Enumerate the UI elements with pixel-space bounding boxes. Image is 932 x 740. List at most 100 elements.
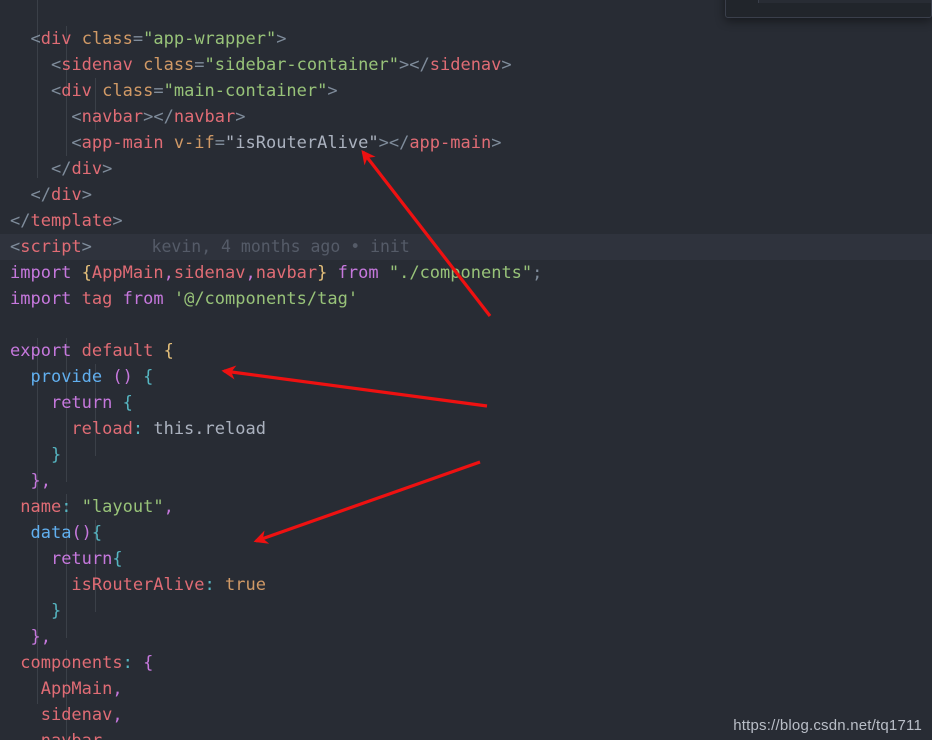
code-token: from [337, 263, 379, 283]
code-token: { [143, 367, 154, 387]
code-token: , [102, 731, 112, 740]
code-line-text: <div class="app-wrapper"> [0, 26, 286, 52]
code-line[interactable]: reload: this.reload [0, 416, 932, 442]
code-line[interactable]: data(){ [0, 520, 932, 546]
code-editor[interactable]: <div class="app-wrapper"> <sidenav class… [0, 0, 932, 740]
code-line[interactable] [0, 312, 932, 338]
code-token: { [122, 393, 133, 413]
code-line[interactable]: AppMain, [0, 676, 932, 702]
code-token: navbar [255, 263, 318, 283]
code-line-text: } [0, 442, 61, 468]
code-line[interactable]: }, [0, 624, 932, 650]
git-blame-annotation[interactable]: kevin, 4 months ago • init [92, 237, 410, 256]
code-token: > [378, 133, 389, 153]
code-token: "app-wrapper" [143, 29, 277, 49]
code-token: AppMain [91, 263, 164, 283]
code-token: } [317, 263, 328, 283]
code-line[interactable]: provide () { [0, 364, 932, 390]
code-token: components [20, 653, 123, 673]
code-token: : [132, 419, 144, 439]
code-token: true [224, 575, 266, 595]
code-token: import [10, 289, 72, 309]
code-token: = [214, 133, 226, 153]
code-token: } [30, 471, 41, 491]
code-lines[interactable]: <div class="app-wrapper"> <sidenav class… [0, 0, 932, 740]
code-token: </ [409, 55, 430, 75]
code-token: > [276, 29, 287, 49]
code-line[interactable]: <div class="app-wrapper"> [0, 26, 932, 52]
code-token: import [10, 263, 72, 283]
code-line-text: <script> [0, 234, 92, 260]
code-token: > [102, 159, 113, 179]
code-token: sidenav [173, 263, 246, 283]
code-line[interactable]: } [0, 442, 932, 468]
code-line-text: export default { [0, 338, 174, 364]
code-token: < [50, 81, 62, 101]
code-token: this.reload [153, 419, 266, 439]
code-line-text: reload: this.reload [0, 416, 266, 442]
code-token: () [71, 523, 92, 543]
code-line-text: provide () { [0, 364, 153, 390]
code-token: , [163, 497, 174, 517]
code-line[interactable]: <sidenav class="sidebar-container"></sid… [0, 52, 932, 78]
code-token: name [20, 497, 62, 517]
code-token: { [91, 523, 103, 543]
code-line[interactable]: <app-main v-if="isRouterAlive"></app-mai… [0, 130, 932, 156]
code-line[interactable]: import tag from '@/components/tag' [0, 286, 932, 312]
code-token: > [327, 81, 338, 101]
code-token: > [81, 237, 92, 257]
code-token: default [81, 341, 154, 361]
code-token: "main-container" [163, 81, 328, 101]
code-line[interactable]: </template> [0, 208, 932, 234]
code-line[interactable]: <navbar></navbar> [0, 104, 932, 130]
code-line[interactable]: components: { [0, 650, 932, 676]
code-line-text: name: "layout", [0, 494, 174, 520]
code-line[interactable]: return{ [0, 546, 932, 572]
code-line[interactable]: </div> [0, 182, 932, 208]
code-token: data [30, 523, 72, 543]
code-line[interactable]: import {AppMain,sidenav,navbar} from "./… [0, 260, 932, 286]
code-token: = [194, 55, 205, 75]
code-line[interactable]: return { [0, 390, 932, 416]
code-token: "layout" [81, 497, 164, 517]
floating-panel[interactable] [725, 0, 932, 18]
code-token: , [245, 263, 256, 283]
code-line[interactable]: } [0, 598, 932, 624]
code-token: { [143, 653, 154, 673]
code-line[interactable]: <div class="main-container"> [0, 78, 932, 104]
code-line[interactable]: <script> kevin, 4 months ago • init [0, 234, 932, 260]
code-line[interactable]: isRouterAlive: true [0, 572, 932, 598]
code-token: { [112, 549, 123, 569]
code-token: " [225, 133, 236, 153]
code-line[interactable]: </div> [0, 156, 932, 182]
code-token: app-main [81, 133, 164, 153]
code-token: </ [50, 159, 72, 179]
code-token: reload [71, 419, 133, 439]
code-token: class [143, 55, 195, 75]
floating-panel-content [758, 0, 931, 3]
code-line-text: </div> [0, 156, 112, 182]
code-line-text: data(){ [0, 520, 102, 546]
code-token: return [50, 393, 113, 413]
code-token: div [50, 185, 82, 205]
code-line-text: sidenav, [0, 702, 123, 728]
code-line[interactable]: }, [0, 468, 932, 494]
code-line[interactable]: export default { [0, 338, 932, 364]
code-token: '@/components/tag' [173, 289, 359, 309]
code-line[interactable]: name: "layout", [0, 494, 932, 520]
